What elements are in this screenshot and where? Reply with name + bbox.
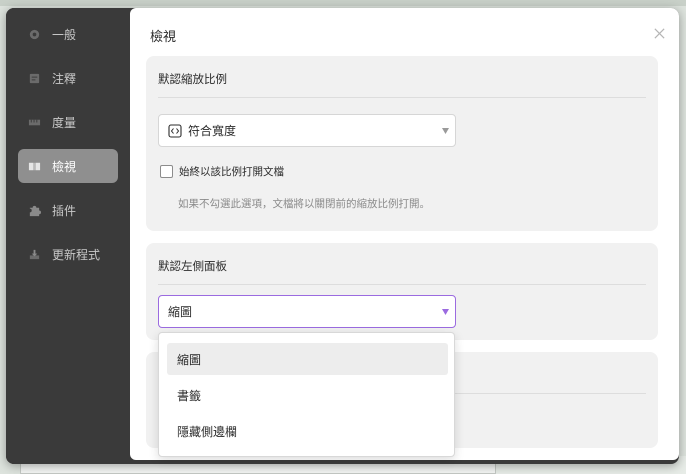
chevron-down-icon (442, 309, 449, 315)
left-panel-section-title: 默認左側面板 (158, 259, 227, 273)
ruler-icon (27, 115, 41, 129)
dropdown-option-bookmarks[interactable]: 書籤 (167, 379, 448, 411)
zoom-select[interactable]: 符合寬度 (158, 114, 456, 147)
left-panel-dropdown: 縮圖 書籤 隱藏側邊欄 (158, 332, 455, 457)
zoom-help-text: 如果不勾選此選項，文檔將以關閉前的縮放比例打開。 (178, 198, 430, 210)
always-open-zoom-checkbox[interactable] (160, 165, 173, 178)
page-title: 檢視 (150, 30, 177, 45)
sidebar-item-label: 注釋 (52, 71, 77, 86)
close-button[interactable] (651, 25, 667, 41)
download-icon (27, 247, 41, 261)
left-panel-card: 默認左側面板 縮圖 (146, 243, 658, 340)
sidebar-item-label: 一般 (52, 27, 77, 42)
zoom-section-title: 默認縮放比例 (158, 72, 227, 86)
sidebar-item-general[interactable]: 一般 (18, 17, 118, 51)
sidebar-item-label: 插件 (52, 203, 77, 218)
zoom-select-value: 符合寬度 (188, 124, 237, 138)
sidebar-item-annotations[interactable]: 注釋 (18, 61, 118, 95)
chevron-down-icon (442, 128, 449, 134)
sidebar-item-view[interactable]: 檢視 (18, 149, 118, 183)
divider (158, 284, 646, 285)
dropdown-option-hide-sidebar[interactable]: 隱藏側邊欄 (167, 415, 448, 447)
sidebar-item-updates[interactable]: 更新程式 (18, 237, 118, 271)
puzzle-icon (27, 203, 41, 217)
left-panel-select-value: 縮圖 (168, 305, 193, 319)
circle-icon (27, 27, 41, 41)
background-top-strip (0, 0, 686, 6)
sidebar: 一般 注釋 度量 檢視 插件 更新程式 (6, 8, 130, 464)
book-icon (27, 159, 41, 173)
sidebar-item-label: 度量 (52, 115, 77, 130)
sidebar-item-measure[interactable]: 度量 (18, 105, 118, 139)
note-icon (27, 71, 41, 85)
dropdown-option-thumbnails[interactable]: 縮圖 (167, 343, 448, 375)
divider (158, 97, 646, 98)
sidebar-item-plugins[interactable]: 插件 (18, 193, 118, 227)
zoom-settings-card: 默認縮放比例 符合寬度 始終以該比例打開文檔 如果不勾選此選項，文檔將以關閉前的… (146, 56, 658, 231)
left-panel-select[interactable]: 縮圖 (158, 295, 456, 328)
sidebar-item-label: 更新程式 (52, 247, 101, 262)
sidebar-item-label: 檢視 (52, 159, 77, 174)
fit-width-icon (168, 123, 182, 138)
close-icon (653, 27, 665, 39)
always-open-zoom-row[interactable]: 始終以該比例打開文檔 (160, 164, 284, 179)
checkbox-label: 始終以該比例打開文檔 (179, 166, 284, 178)
